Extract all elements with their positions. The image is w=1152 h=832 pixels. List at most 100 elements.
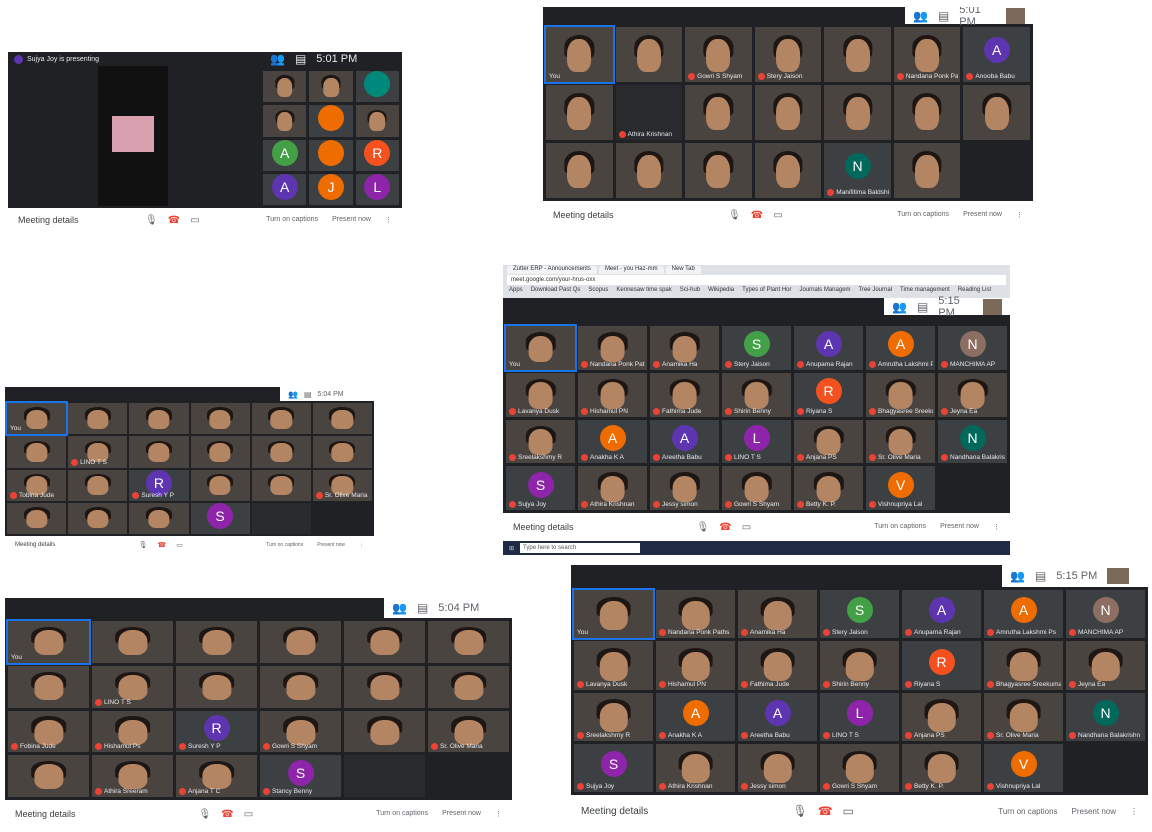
browser-tab[interactable]: Meet - you Haz-mm [598,266,664,274]
participant-tile[interactable] [251,502,311,534]
participant-tile[interactable] [309,105,353,137]
present-button[interactable]: Present now [1072,807,1116,816]
people-icon[interactable]: 👥 [392,601,407,615]
bookmark-item[interactable]: Scopus [588,287,608,293]
present-button[interactable]: Present now [332,216,371,224]
mic-icon[interactable]: 🎙 [145,215,158,226]
participant-tile[interactable] [260,621,341,663]
participant-tile[interactable]: You [572,587,655,641]
participant-tile[interactable] [893,143,961,198]
participant-tile[interactable]: Stery Jaison [754,27,822,82]
browser-tab[interactable]: Zutter ERP - Announcements [507,266,597,274]
participant-tile[interactable]: LINO T S [68,436,128,468]
participant-tile[interactable] [68,502,128,534]
camera-icon[interactable]: ▭ [843,804,854,818]
participant-tile[interactable]: N Nandhana Balakrishn [938,419,1007,464]
participant-tile[interactable] [7,436,67,468]
meeting-details-button[interactable]: Meeting details [15,542,55,548]
participant-tile[interactable] [355,71,399,103]
more-options-icon[interactable]: ⋮ [1016,211,1023,219]
camera-icon[interactable]: ▭ [773,210,782,221]
address-bar[interactable]: meet.google.com/your-hrus-oxx [507,275,1006,285]
participant-tile[interactable] [8,665,89,708]
participant-tile[interactable]: Bhagyasree Sreekumar [984,641,1063,690]
present-button[interactable]: Present now [317,542,345,548]
participant-tile[interactable]: S Sujya Joy [574,743,653,792]
participant-tile[interactable]: R [355,139,399,171]
chat-icon[interactable]: ▤ [917,300,928,314]
participant-tile[interactable]: L LINO T S [722,419,791,464]
participant-tile[interactable]: Anamika Ha [738,590,817,639]
end-call-icon[interactable]: ☎ [719,522,731,533]
participant-tile[interactable] [685,85,752,140]
participant-tile[interactable] [355,105,399,137]
participant-tile[interactable]: Jeyna Ea [938,372,1007,417]
participant-tile[interactable] [176,621,257,663]
participant-tile[interactable]: A Amrutha Lakshmi Ps [866,326,935,370]
participant-tile[interactable]: Lavanya Dusk [574,641,653,690]
participant-tile[interactable] [309,139,353,171]
participant-tile[interactable]: You [544,25,615,84]
participant-tile[interactable]: Bhagyasree Sreekumar [866,372,935,417]
participant-tile[interactable] [312,436,372,468]
bookmark-item[interactable]: Kennesaw time spak [616,287,671,293]
participant-tile[interactable]: L [355,173,399,205]
meeting-details-button[interactable]: Meeting details [553,210,614,220]
chat-icon[interactable]: ▤ [417,601,428,615]
participant-tile[interactable]: Tobina Jude [7,469,67,501]
participant-tile[interactable]: Anjana T C [176,755,257,797]
browser-tab[interactable]: New Tab [665,266,701,274]
participant-tile[interactable]: N MANCHIMA AP [1066,590,1145,639]
participant-tile[interactable]: A [263,139,307,171]
bookmark-item[interactable]: Tree Journal [859,287,892,293]
participant-tile[interactable] [8,755,89,797]
participant-tile[interactable]: R Suresh Y P [176,710,257,753]
camera-icon[interactable]: ▭ [244,809,253,820]
participant-tile[interactable]: Jessy simon [738,743,817,792]
participant-tile[interactable] [68,403,128,435]
chat-icon[interactable]: ▤ [304,390,312,399]
participant-tile[interactable]: Gowri S Shyam [685,27,752,82]
participant-tile[interactable] [190,403,250,435]
participant-tile[interactable] [685,143,752,198]
captions-button[interactable]: Turn on captions [266,216,318,224]
chat-icon[interactable]: ▤ [295,52,306,66]
participant-tile[interactable]: Jeyna Ea [1066,641,1145,690]
participant-tile[interactable]: V Vishnupriya Lal [984,743,1063,792]
participant-tile[interactable] [129,403,189,435]
more-options-icon[interactable]: ⋮ [495,810,502,818]
participant-tile[interactable]: Shirin Benny [820,641,899,690]
camera-icon[interactable]: ▭ [742,522,751,533]
participant-tile[interactable] [344,665,425,708]
participant-tile[interactable]: Nandana Ponk Paths [578,326,647,370]
participant-tile[interactable]: S Stancy Benny [260,755,341,797]
participant-tile[interactable]: You [5,400,69,437]
participant-tile[interactable]: Sr. Olive Maria [312,469,372,501]
mic-icon[interactable]: 🎙 [792,804,807,818]
participant-tile[interactable]: S Stery Jaison [722,326,791,370]
participant-tile[interactable]: Athira Krishnan [615,85,683,140]
participant-tile[interactable] [546,143,613,198]
participant-tile[interactable]: Jessy simon [650,466,719,510]
people-icon[interactable]: 👥 [892,300,907,314]
bookmark-item[interactable]: Types of Plant Hor [742,287,791,293]
mic-icon[interactable]: 🎙 [697,522,710,533]
participant-tile[interactable]: A Areetha Babu [650,419,719,464]
participant-tile[interactable]: Shirin Benny [722,372,791,417]
more-options-icon[interactable]: ⋮ [359,542,364,548]
participant-tile[interactable] [824,27,891,82]
participant-tile[interactable] [260,665,341,708]
participant-tile[interactable]: A Anupama Rajan [794,326,863,370]
participant-tile[interactable]: A Anupama Rajan [902,590,981,639]
participant-tile[interactable]: V Vishnupriya Lal [866,466,935,510]
participant-tile[interactable]: Gowri S Shyam [722,466,791,510]
camera-icon[interactable]: ▭ [190,215,199,226]
participant-tile[interactable]: A [263,173,307,205]
more-options-icon[interactable]: ⋮ [385,216,392,224]
participant-tile[interactable]: Athira Krishnan [578,466,647,510]
present-button[interactable]: Present now [963,211,1002,219]
more-options-icon[interactable]: ⋮ [993,523,1000,531]
participant-tile[interactable]: Sr. Olive Maria [428,710,509,753]
participant-tile[interactable] [428,621,509,663]
participant-tile[interactable] [7,502,67,534]
